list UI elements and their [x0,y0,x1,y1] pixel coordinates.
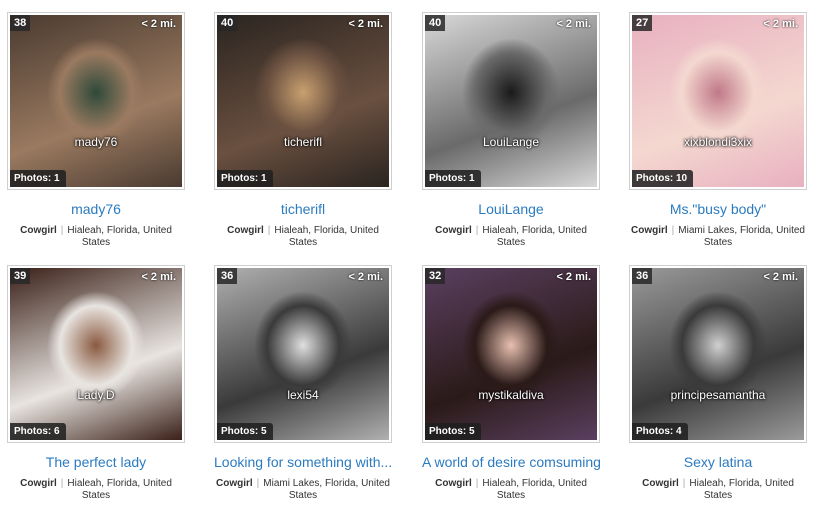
profile-thumbnail[interactable]: 40 < 2 mi. ticherifl Photos: 1 [214,12,392,190]
meta-separator: | [475,225,479,236]
profile-thumbnail[interactable]: 36 < 2 mi. principesamantha Photos: 4 [629,265,807,443]
distance-label: < 2 mi. [348,18,383,30]
profile-meta: Cowgirl | Hialeah, Florida, United States [422,225,600,249]
profile-grid: 38 < 2 mi. mady76 Photos: 1 mady76 Cowgi… [0,0,820,506]
age-badge: 40 [425,15,446,31]
age-badge: 27 [632,15,653,31]
meta-separator: | [256,478,260,489]
distance-label: < 2 mi. [141,271,176,283]
meta-separator: | [682,478,686,489]
profile-headline-link[interactable]: mady76 [7,201,185,217]
profile-card[interactable]: 40 < 2 mi. LouiLange Photos: 1 LouiLange… [422,12,600,249]
profile-meta: Cowgirl | Hialeah, Florida, United States [7,225,185,249]
profile-location: Miami Lakes, Florida, United States [678,225,805,248]
profile-headline-link[interactable]: LouiLange [422,201,600,217]
profile-location: Hialeah, Florida, United States [482,225,587,248]
profile-headline-link[interactable]: Sexy latina [629,454,807,470]
profile-photo[interactable]: 36 < 2 mi. principesamantha Photos: 4 [632,268,804,440]
profile-photo[interactable]: 36 < 2 mi. lexi54 Photos: 5 [217,268,389,440]
profile-type: Cowgirl [20,478,57,489]
profile-type: Cowgirl [435,478,472,489]
profile-card[interactable]: 36 < 2 mi. principesamantha Photos: 4 Se… [629,265,807,502]
username-overlay: ticherifl [283,135,322,149]
profile-type: Cowgirl [20,225,57,236]
profile-photo[interactable]: 27 < 2 mi. xixblondi3xix Photos: 10 [632,15,804,187]
username-overlay: xixblondi3xix [683,135,753,149]
distance-label: < 2 mi. [348,271,383,283]
profile-meta: Cowgirl | Hialeah, Florida, United States [422,478,600,502]
profile-headline-link[interactable]: A world of desire comsuming... [422,454,600,470]
distance-label: < 2 mi. [556,18,591,30]
username-overlay: principesamantha [670,388,766,402]
profile-location: Hialeah, Florida, United States [274,225,379,248]
profile-thumbnail[interactable]: 40 < 2 mi. LouiLange Photos: 1 [422,12,600,190]
profile-location: Hialeah, Florida, United States [482,478,587,501]
profile-thumbnail[interactable]: 32 < 2 mi. mystikaldiva Photos: 5 [422,265,600,443]
profile-headline-link[interactable]: ticherifl [214,201,392,217]
profile-thumbnail[interactable]: 39 < 2 mi. Lady.D Photos: 6 [7,265,185,443]
distance-label: < 2 mi. [141,18,176,30]
profile-type: Cowgirl [435,225,472,236]
age-badge: 38 [10,15,31,31]
age-badge: 36 [632,268,653,284]
age-badge: 39 [10,268,31,284]
profile-photo[interactable]: 40 < 2 mi. ticherifl Photos: 1 [217,15,389,187]
profile-meta: Cowgirl | Hialeah, Florida, United States [629,478,807,502]
profile-photo[interactable]: 40 < 2 mi. LouiLange Photos: 1 [425,15,597,187]
profile-card[interactable]: 39 < 2 mi. Lady.D Photos: 6 The perfect … [7,265,185,502]
profile-card[interactable]: 40 < 2 mi. ticherifl Photos: 1 ticherifl… [214,12,392,249]
username-overlay: Lady.D [77,388,115,402]
username-overlay: mystikaldiva [478,388,544,402]
profile-photo[interactable]: 32 < 2 mi. mystikaldiva Photos: 5 [425,268,597,440]
profile-thumbnail[interactable]: 36 < 2 mi. lexi54 Photos: 5 [214,265,392,443]
meta-separator: | [671,225,675,236]
meta-separator: | [267,225,271,236]
profile-photo[interactable]: 38 < 2 mi. mady76 Photos: 1 [10,15,182,187]
profile-meta: Cowgirl | Hialeah, Florida, United States [7,478,185,502]
profile-meta: Cowgirl | Hialeah, Florida, United States [214,225,392,249]
photo-count-badge: Photos: 1 [217,170,273,187]
profile-type: Cowgirl [642,478,679,489]
profile-headline-link[interactable]: Looking for something with... [214,454,392,470]
photo-count-badge: Photos: 1 [425,170,481,187]
meta-separator: | [60,225,64,236]
username-overlay: mady76 [74,135,118,149]
profile-location: Miami Lakes, Florida, United States [263,478,390,501]
meta-separator: | [60,478,64,489]
profile-type: Cowgirl [216,478,253,489]
profile-card[interactable]: 27 < 2 mi. xixblondi3xix Photos: 10 Ms."… [629,12,807,249]
photo-count-badge: Photos: 6 [10,423,66,440]
username-overlay: lexi54 [287,388,319,402]
age-badge: 36 [217,268,238,284]
distance-label: < 2 mi. [763,18,798,30]
profile-type: Cowgirl [631,225,668,236]
meta-separator: | [475,478,479,489]
photo-count-badge: Photos: 10 [632,170,694,187]
profile-meta: Cowgirl | Miami Lakes, Florida, United Sta… [629,225,807,249]
age-badge: 32 [425,268,446,284]
profile-headline-link[interactable]: Ms."busy body" [629,201,807,217]
distance-label: < 2 mi. [763,271,798,283]
profile-headline-link[interactable]: The perfect lady [7,454,185,470]
profile-location: Hialeah, Florida, United States [689,478,794,501]
age-badge: 40 [217,15,238,31]
profile-photo[interactable]: 39 < 2 mi. Lady.D Photos: 6 [10,268,182,440]
profile-thumbnail[interactable]: 27 < 2 mi. xixblondi3xix Photos: 10 [629,12,807,190]
profile-card[interactable]: 38 < 2 mi. mady76 Photos: 1 mady76 Cowgi… [7,12,185,249]
photo-count-badge: Photos: 4 [632,423,688,440]
profile-card[interactable]: 32 < 2 mi. mystikaldiva Photos: 5 A worl… [422,265,600,502]
profile-card[interactable]: 36 < 2 mi. lexi54 Photos: 5 Looking for … [214,265,392,502]
profile-thumbnail[interactable]: 38 < 2 mi. mady76 Photos: 1 [7,12,185,190]
profile-type: Cowgirl [227,225,264,236]
profile-location: Hialeah, Florida, United States [67,478,172,501]
photo-count-badge: Photos: 5 [425,423,481,440]
photo-count-badge: Photos: 5 [217,423,273,440]
profile-location: Hialeah, Florida, United States [67,225,172,248]
photo-count-badge: Photos: 1 [10,170,66,187]
distance-label: < 2 mi. [556,271,591,283]
profile-meta: Cowgirl | Miami Lakes, Florida, United Sta… [214,478,392,502]
username-overlay: LouiLange [482,135,540,149]
